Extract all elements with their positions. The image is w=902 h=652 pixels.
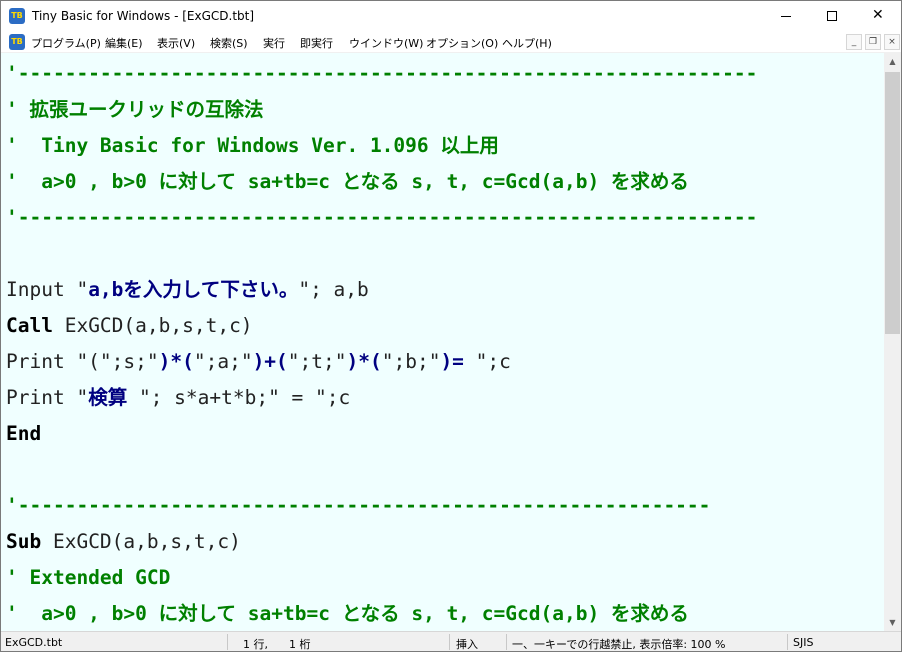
code-line-print-2: Print "検算 "; s*a+t*b;" = ";c <box>6 380 350 416</box>
scroll-down-arrow-icon[interactable]: ▼ <box>884 614 901 631</box>
mdi-restore-button[interactable]: ❐ <box>865 34 881 50</box>
status-bar: ExGCD.tbt 1 行, 1 桁 挿入 一、一キーでの行越禁止, 表示倍率:… <box>1 631 901 651</box>
menu-edit[interactable]: 編集(E) <box>105 35 143 51</box>
code-token: "; a,b <box>298 278 369 301</box>
menu-help[interactable]: ヘルプ(H) <box>502 35 552 51</box>
code-string: )*( <box>346 350 382 373</box>
code-line-2: ' 拡張ユークリッドの互除法 <box>6 98 264 121</box>
code-string: a,bを入力して下さい。 <box>88 278 299 301</box>
code-line-comment-gcd: ' Extended GCD <box>6 566 171 589</box>
code-token: ";t;" <box>287 350 347 373</box>
code-keyword: Call <box>6 314 53 337</box>
code-token: Print " <box>6 386 89 409</box>
status-info: 一、一キーでの行越禁止, 表示倍率: 100 % <box>512 638 726 651</box>
menu-run[interactable]: 実行 <box>263 35 285 51</box>
code-token: ExGCD(a,b,s,t,c) <box>52 314 253 337</box>
code-token: ";b;" <box>381 350 441 373</box>
code-string: )+( <box>252 350 288 373</box>
code-string: )= <box>440 350 476 373</box>
status-divider <box>506 634 507 650</box>
status-insert-mode: 挿入 <box>456 638 478 651</box>
maximize-button[interactable] <box>809 1 855 31</box>
app-logo-icon[interactable]: TB <box>9 8 25 24</box>
menu-options[interactable]: オプション(O) <box>426 35 498 51</box>
mdi-minimize-button[interactable]: _ <box>846 34 862 50</box>
code-token: Print "(";s;" <box>6 350 159 373</box>
menu-view[interactable]: 表示(V) <box>157 35 195 51</box>
status-filename: ExGCD.tbt <box>5 636 63 649</box>
code-token: Input " <box>6 278 89 301</box>
scroll-up-arrow-icon[interactable]: ▲ <box>884 53 901 70</box>
code-line-sub: Sub ExGCD(a,b,s,t,c) <box>6 524 241 560</box>
title-bar[interactable]: TB Tiny Basic for Windows - [ExGCD.tbt] … <box>1 1 901 31</box>
status-divider <box>787 634 788 650</box>
code-token: ExGCD(a,b,s,t,c) <box>41 530 241 553</box>
code-line-print-1: Print "(";s;")*(";a;")+(";t;")*(";b;")= … <box>6 344 511 380</box>
close-button[interactable]: ✕ <box>855 1 901 31</box>
code-line-input: Input "a,bを入力して下さい。"; a,b <box>6 272 369 308</box>
status-row: 1 行, <box>243 638 268 651</box>
maximize-icon <box>827 11 837 21</box>
code-keyword: Sub <box>6 530 42 553</box>
close-icon: ✕ <box>872 7 884 23</box>
menu-run-immediate[interactable]: 即実行 <box>300 35 333 51</box>
code-line-5: '---------------------------------------… <box>6 206 758 229</box>
code-line-1: '---------------------------------------… <box>6 62 758 85</box>
code-line-end: End <box>6 422 42 445</box>
vertical-scrollbar[interactable]: ▲ ▼ <box>884 53 901 631</box>
menu-bar: TB プログラム(P) 編集(E) 表示(V) 検索(S) 実行 即実行 ウイン… <box>1 31 901 53</box>
code-token: "; s*a+t*b;" = ";c <box>138 386 351 409</box>
code-line-separator: '---------------------------------------… <box>6 494 711 517</box>
status-divider <box>227 634 228 650</box>
code-line-4: ' a>0 , b>0 に対して sa+tb=c となる s, t, c=Gcd… <box>6 170 689 193</box>
menu-window[interactable]: ウインドウ(W) <box>349 35 423 51</box>
code-token: ";c <box>475 350 511 373</box>
window-title: Tiny Basic for Windows - [ExGCD.tbt] <box>32 9 255 23</box>
code-string: 検算 <box>88 386 139 409</box>
app-window: TB Tiny Basic for Windows - [ExGCD.tbt] … <box>0 0 902 652</box>
code-line-comment-desc: ' a>0 , b>0 に対して sa+tb=c となる s, t, c=Gcd… <box>6 602 689 625</box>
status-column: 1 桁 <box>289 638 311 651</box>
scrollbar-thumb[interactable] <box>885 72 900 334</box>
menu-program[interactable]: プログラム(P) <box>31 35 101 51</box>
code-line-call: Call ExGCD(a,b,s,t,c) <box>6 308 253 344</box>
code-editor[interactable]: '---------------------------------------… <box>1 53 884 631</box>
status-encoding: SJIS <box>793 636 814 649</box>
document-system-menu-icon[interactable]: TB <box>9 34 25 50</box>
code-string: )*( <box>158 350 194 373</box>
code-token: ";a;" <box>193 350 253 373</box>
minimize-button[interactable] <box>763 1 809 31</box>
code-line-3: ' Tiny Basic for Windows Ver. 1.096 以上用 <box>6 134 499 157</box>
minimize-icon <box>781 16 791 17</box>
menu-search[interactable]: 検索(S) <box>210 35 248 51</box>
mdi-close-button[interactable]: × <box>884 34 900 50</box>
status-divider <box>449 634 450 650</box>
